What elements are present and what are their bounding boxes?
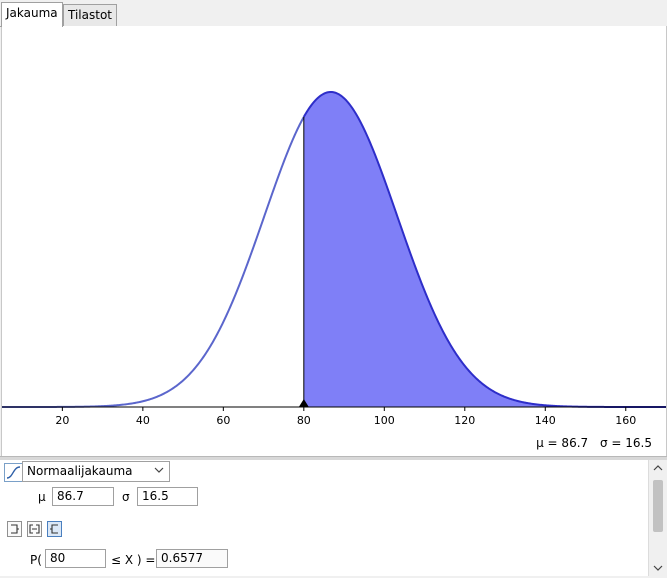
mu-label: μ	[38, 490, 46, 504]
tab-tilastot[interactable]: Tilastot	[63, 4, 117, 26]
distribution-select[interactable]: Normaalijakauma	[22, 461, 170, 482]
sigma-field[interactable]: 16.5	[137, 487, 198, 506]
x-tick-label: 60	[216, 414, 230, 427]
params-readout: μ = 86.7 σ = 16.5	[528, 436, 652, 450]
right-sided-button[interactable]	[47, 521, 62, 537]
chart-svg: 20 40 60 80 100 120 140 160	[2, 90, 666, 427]
tab-jakauma[interactable]: Jakauma	[1, 2, 63, 27]
interval-button[interactable]	[27, 521, 42, 537]
x-tick-label: 40	[136, 414, 150, 427]
left-sided-button[interactable]	[7, 521, 22, 537]
lower-bound-field[interactable]: 80	[45, 549, 106, 568]
x-tick-label: 160	[615, 414, 636, 427]
x-tick-label: 140	[535, 414, 556, 427]
panel-scrollbar[interactable]	[648, 460, 667, 576]
sigma-label: σ	[122, 490, 130, 504]
chevron-down-icon	[151, 464, 167, 479]
sigma-readout: σ = 16.5	[599, 436, 652, 450]
cumulative-curve-icon[interactable]	[4, 463, 23, 482]
x-tick-label: 120	[454, 414, 475, 427]
mu-readout: μ = 86.7	[536, 436, 589, 450]
x-tick-label: 20	[55, 414, 69, 427]
shaded-probability-area	[303, 92, 666, 407]
distribution-select-value: Normaalijakauma	[27, 464, 133, 478]
probability-result: 0.6577	[156, 549, 228, 568]
x-tick-label: 80	[297, 414, 311, 427]
probability-middle: ≤ X ) =	[111, 553, 156, 567]
probability-prefix: P(	[30, 553, 42, 567]
mu-field[interactable]: 86.7	[52, 487, 114, 506]
x-tick-label: 100	[374, 414, 395, 427]
down-arrow-icon[interactable]	[652, 562, 664, 574]
density-curve-left	[2, 116, 305, 408]
distribution-plot: 20 40 60 80 100 120 140 160 μ = 86.7 σ = 16.5	[1, 26, 667, 456]
settings-panel: Normaalijakauma μ 86.7 σ 16.5 P( 80 ≤ X …	[0, 460, 648, 576]
tab-bar: Jakauma Tilastot	[0, 0, 667, 27]
scrollbar-thumb[interactable]	[653, 480, 663, 532]
up-arrow-icon[interactable]	[652, 462, 664, 474]
